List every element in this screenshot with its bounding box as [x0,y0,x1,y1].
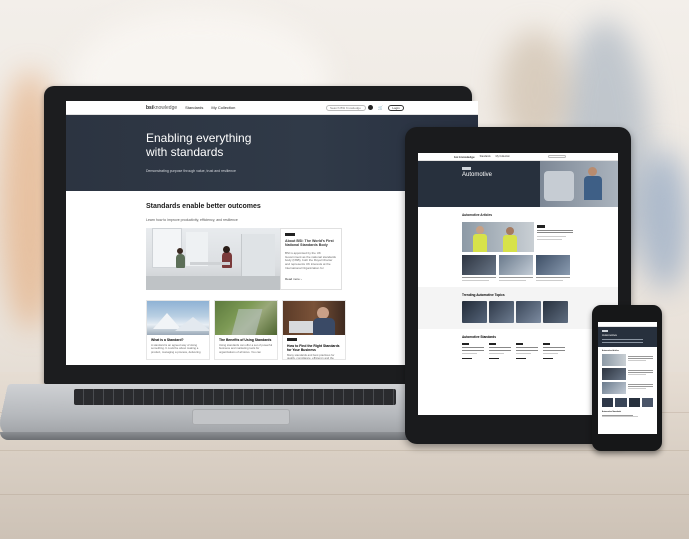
article-card[interactable] [462,255,496,281]
tablet-articles: Automotive Articles [418,207,618,281]
read-more-link[interactable]: Read more › [285,277,337,281]
search-input[interactable]: Search BSI Knowledge [326,104,367,111]
tablet-screen: bsi knowledge Standards My Collection Au… [418,153,618,415]
card-body: Many standards and best practices for qu… [287,353,335,360]
topic-tile[interactable] [543,300,568,323]
background-right-blue [640,150,689,290]
standard-card[interactable] [462,342,484,359]
article-card[interactable]: How to Find the Right Standards for Your… [282,300,346,360]
articles-title: Automotive Articles [462,213,492,217]
topic-tile[interactable] [489,300,514,323]
standard-card[interactable] [543,342,565,359]
tablet-standards: Automotive Standards [418,329,618,359]
person-laptop-photo [283,301,345,335]
article-thumb[interactable] [602,382,626,394]
phone-articles: Automotive Articles Automotive Standards [598,347,657,420]
standard-card[interactable] [516,342,538,359]
feature-card: About BSI: The World's First National St… [280,228,342,290]
card-title: How to Find the Right Standards for Your… [287,344,340,352]
search-input[interactable] [548,155,566,158]
article-card[interactable]: What is a Standard? A standard is an agr… [146,300,210,360]
feature-title: About BSI: The World's First National St… [285,239,334,248]
card-title: What is a Standard? [151,338,184,342]
laptop-keyboard [74,389,396,405]
article-tag [285,233,295,236]
laptop-trackpad [192,409,290,425]
standard-card[interactable] [489,342,511,359]
tablet-nav: bsi knowledge Standards My Collection [418,153,618,161]
login-button[interactable]: Login [388,104,404,111]
phone-standards-title: Automotive Standards [602,411,622,413]
hero-text-lines [462,184,540,187]
forest-stream-photo [215,301,277,335]
nav-my-collection-link[interactable]: My Collection [496,155,510,158]
article-thumb[interactable] [602,368,626,380]
topic-thumb[interactable] [615,398,627,407]
topic-thumb[interactable] [602,398,614,407]
site-logo[interactable]: bsiknowledge [146,105,177,111]
article-card[interactable]: The Benefits of Using Standards Using st… [214,300,278,360]
article-card[interactable] [499,255,533,281]
card-title: The Benefits of Using Standards [219,338,272,342]
tablet-hero: Automotive [418,161,618,207]
phone-hero-title: Automotive [602,333,618,337]
laptop-front-edge [0,432,418,440]
vehicle-photo [536,255,570,275]
card-body: Using standards can offer a set of power… [219,343,273,354]
breadcrumb-pill [462,167,471,170]
topic-thumb[interactable] [641,398,653,407]
tablet-trending: Trending Automotive Topics [418,286,618,329]
topic-tile[interactable] [462,300,487,323]
mountains-photo [147,301,209,335]
topic-thumb[interactable] [628,398,640,407]
hero-title: Automotive [462,172,493,178]
card-body: A standard is an agreed way of doing som… [151,343,201,354]
site-nav: bsiknowledge Standards My Collection Sea… [66,101,478,115]
article-card[interactable] [536,255,570,281]
office-meeting-photo [146,228,280,290]
trending-title: Trending Automotive Topics [462,292,505,297]
car-interior-photo [462,255,496,275]
feature-body: BSI is appointed by the UK Government as… [285,250,336,270]
article-thumb[interactable] [602,354,626,366]
car-factory-photo [499,255,533,275]
phone-articles-title: Automotive Articles [602,350,619,352]
topic-tile[interactable] [516,300,541,323]
phone-screen: Automotive Automotive Articles Automotiv… [598,322,657,434]
cart-icon[interactable]: 🛒 [378,105,383,110]
search-icon[interactable] [368,105,374,110]
article-summary [537,222,573,252]
nav-standards-link[interactable]: Standards [480,155,491,158]
nav-standards-link[interactable]: Standards [185,105,203,110]
engineers-photo[interactable] [462,222,534,252]
phone-hero: Automotive [598,327,657,347]
site-logo[interactable]: bsi knowledge [454,155,475,159]
nav-my-collection-link[interactable]: My Collection [211,105,235,110]
mechanic-photo [540,161,618,207]
